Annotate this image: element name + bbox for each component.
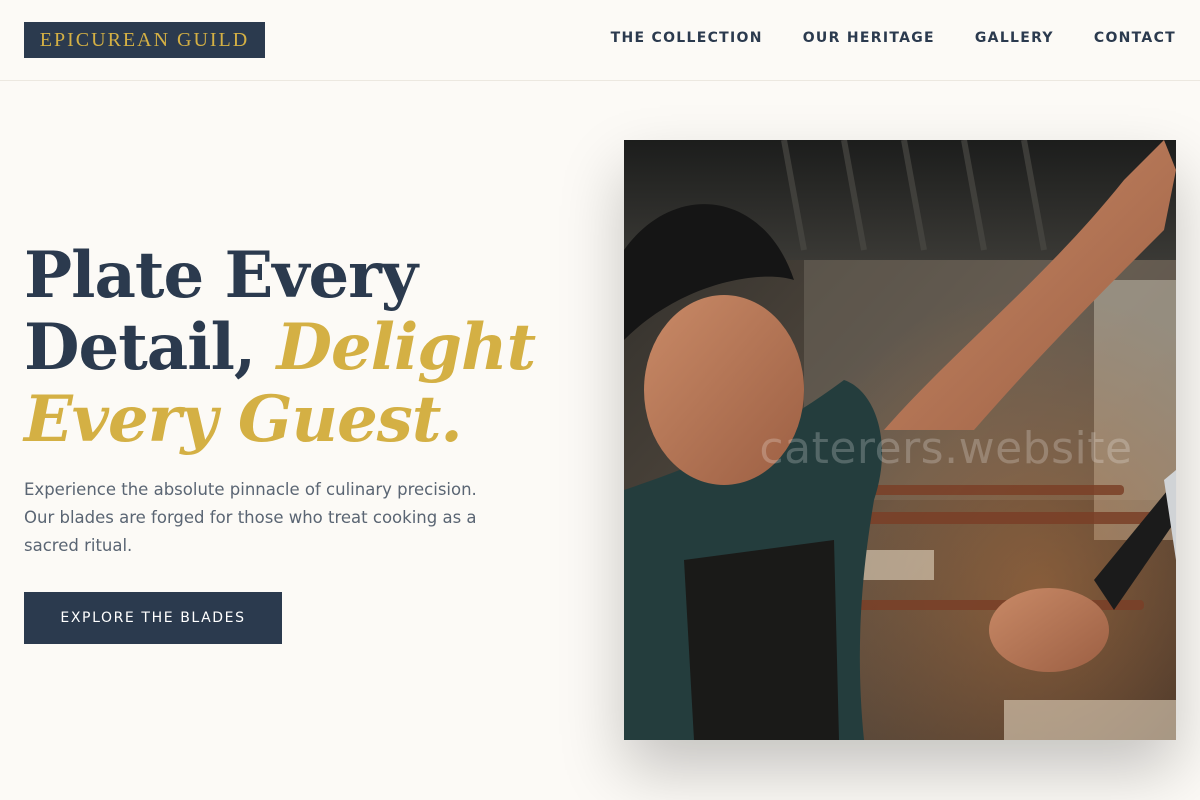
nav-link-contact[interactable]: CONTACT: [1094, 30, 1176, 46]
headline-line-3: Every Guest.: [24, 382, 463, 457]
brand-logo[interactable]: EPICUREAN GUILD: [24, 22, 265, 58]
image-watermark: caterers.website: [759, 423, 1133, 474]
explore-blades-button[interactable]: EXPLORE THE BLADES: [24, 592, 282, 644]
hero-photo-chef: caterers.website: [624, 140, 1176, 740]
nav-link-our-heritage[interactable]: OUR HERITAGE: [803, 30, 935, 46]
hero-headline: Plate Every Detail, Delight Every Guest.: [24, 240, 584, 456]
hero-subtext: Experience the absolute pinnacle of culi…: [24, 480, 477, 555]
headline-line-1: Plate Every: [24, 238, 418, 313]
headline-line-2-accent: Delight: [276, 310, 536, 385]
nav-link-gallery[interactable]: GALLERY: [975, 30, 1054, 46]
nav-link-the-collection[interactable]: THE COLLECTION: [611, 30, 763, 46]
main-nav: THE COLLECTION OUR HERITAGE GALLERY CONT…: [611, 28, 1176, 48]
headline-line-2: Detail, Delight: [24, 312, 584, 384]
headline-line-2-plain: Detail,: [24, 310, 277, 385]
site-header: EPICUREAN GUILD THE COLLECTION OUR HERIT…: [0, 0, 1200, 81]
